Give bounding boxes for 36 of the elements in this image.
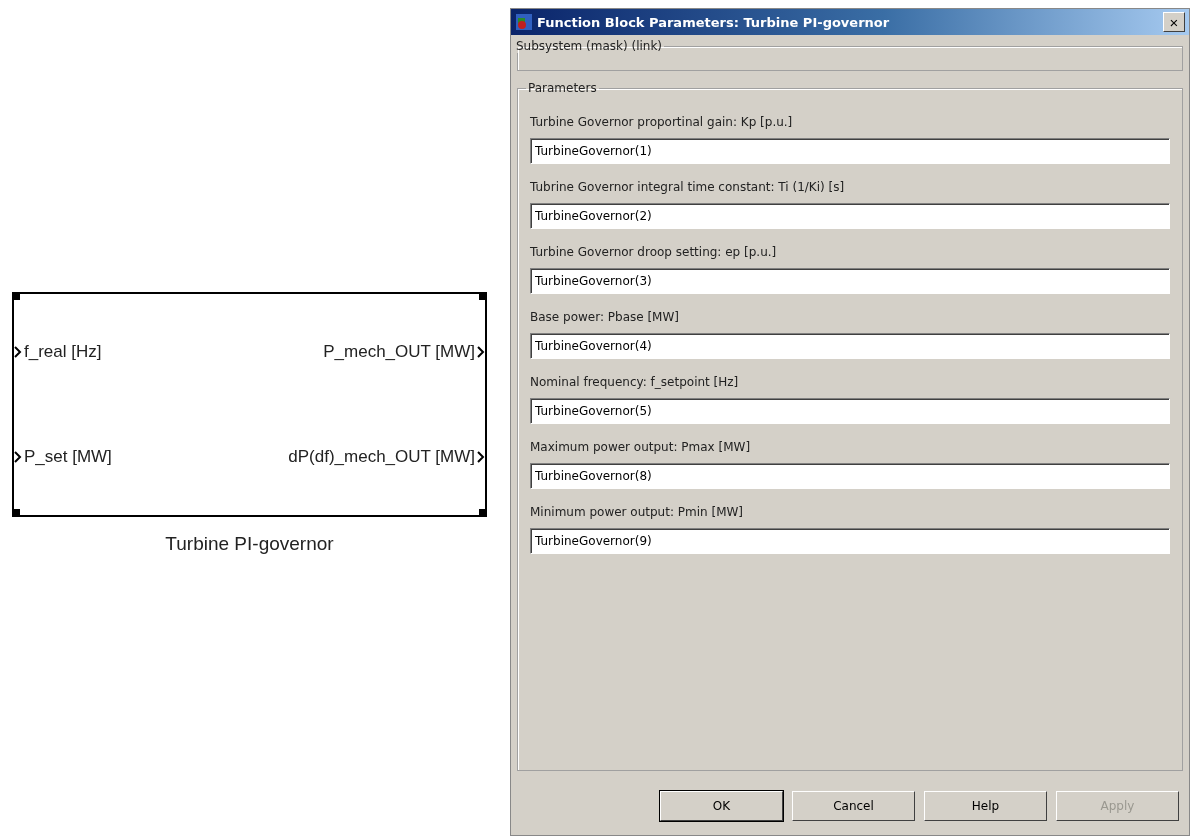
- window-title: Function Block Parameters: Turbine PI-governor: [537, 14, 891, 30]
- parameter-field[interactable]: TurbineGovernor(4): [530, 333, 1170, 359]
- input-port-icon: [14, 451, 22, 463]
- parameter-field[interactable]: TurbineGovernor(9): [530, 528, 1170, 554]
- window-icon: [515, 13, 533, 31]
- output-port-icon: [477, 451, 485, 463]
- selection-handle[interactable]: [479, 292, 487, 300]
- close-button[interactable]: ×: [1163, 12, 1185, 32]
- dialog-button[interactable]: Help: [924, 791, 1047, 821]
- parameter-label: Nominal frequency: f_setpoint [Hz]: [530, 375, 740, 389]
- output-port-icon: [477, 346, 485, 358]
- port-label: P_set [MW]: [24, 447, 112, 467]
- input-port-icon: [14, 346, 22, 358]
- parameter-field[interactable]: TurbineGovernor(8): [530, 463, 1170, 489]
- selection-handle[interactable]: [479, 509, 487, 517]
- selection-handle[interactable]: [12, 509, 20, 517]
- block-name: Turbine PI-governor: [164, 533, 335, 555]
- subsystem-block[interactable]: f_real [Hz] P_set [MW] P_mech_OUT [MW] dP(df)_mech_OUT [MW]: [12, 292, 487, 517]
- parameter-label: Base power: Pbase [MW]: [530, 310, 680, 324]
- parameter-label: Minimum power output: Pmin [MW]: [530, 505, 745, 519]
- parameter-field[interactable]: TurbineGovernor(5): [530, 398, 1170, 424]
- dialog-button[interactable]: Cancel: [792, 791, 915, 821]
- parameter-label: Turbine Governor proportinal gain: Kp [p.u.]: [530, 115, 794, 129]
- dialog-button[interactable]: OK: [660, 791, 783, 821]
- selection-handle[interactable]: [12, 292, 20, 300]
- parameter-field[interactable]: TurbineGovernor(2): [530, 203, 1170, 229]
- parameter-field[interactable]: TurbineGovernor(3): [530, 268, 1170, 294]
- port-label: P_mech_OUT [MW]: [323, 342, 475, 362]
- parameter-label: Maximum power output: Pmax [MW]: [530, 440, 752, 454]
- group-title: Parameters: [527, 81, 598, 95]
- port-label: f_real [Hz]: [24, 342, 102, 362]
- parameter-field[interactable]: TurbineGovernor(1): [530, 138, 1170, 164]
- parameter-label: Turbine Governor droop setting: ep [p.u.]: [530, 245, 778, 259]
- group-title: Subsystem (mask) (link): [515, 39, 664, 53]
- port-label: dP(df)_mech_OUT [MW]: [288, 447, 475, 467]
- parameter-label: Tubrine Governor integral time constant: Ti (1/Ki) [s]: [530, 180, 846, 194]
